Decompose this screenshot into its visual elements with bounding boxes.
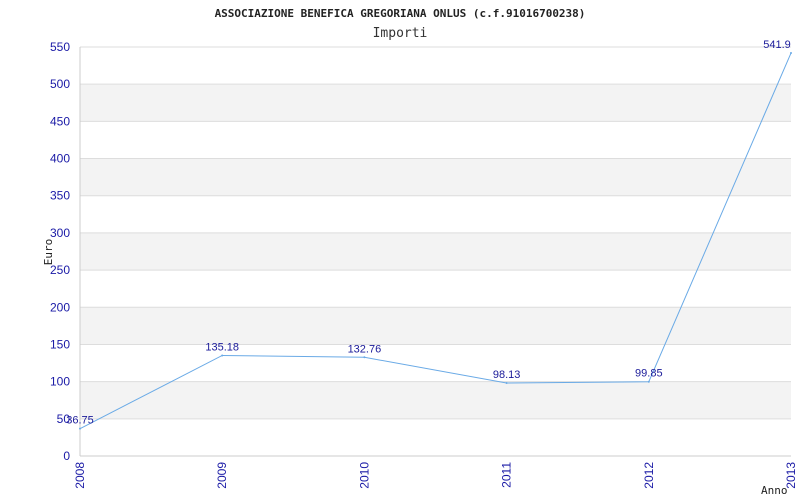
data-point: [790, 52, 792, 55]
y-tick-label: 400: [50, 152, 70, 166]
chart-subtitle: Importi: [373, 26, 428, 41]
data-point: [647, 380, 650, 383]
x-tick-labels: 2008 2009 2010 2011 2012 2013: [73, 462, 798, 489]
x-axis-title: Anno: [761, 484, 788, 497]
grid-band: [80, 158, 791, 196]
data-point: [79, 427, 81, 430]
data-point: [221, 354, 224, 357]
y-tick-label: 200: [50, 300, 70, 314]
data-label: 36.75: [66, 415, 94, 427]
x-tick-label: 2009: [215, 462, 229, 489]
x-tick-label: 2011: [500, 462, 514, 488]
data-label: 541.9: [763, 39, 791, 51]
y-tick-label: 150: [50, 337, 70, 351]
y-tick-label: 300: [50, 226, 70, 240]
y-axis-title: Euro: [42, 239, 55, 266]
y-tick-label: 350: [50, 189, 70, 203]
y-tick-label: 100: [50, 375, 70, 389]
y-tick-label: 0: [63, 449, 70, 463]
data-point: [505, 382, 508, 385]
data-label: 98.13: [493, 369, 521, 381]
background-bands: [80, 84, 791, 419]
grid-band: [80, 84, 791, 122]
data-label: 99.85: [635, 368, 663, 380]
chart-title: ASSOCIAZIONE BENEFICA GREGORIANA ONLUS (…: [215, 7, 586, 20]
data-point: [363, 356, 366, 359]
y-tick-label: 550: [50, 40, 70, 54]
x-tick-label: 2008: [73, 462, 87, 489]
y-tick-label: 500: [50, 77, 70, 91]
data-label: 135.18: [205, 341, 239, 353]
x-tick-label: 2012: [642, 462, 656, 489]
grid-band: [80, 232, 791, 271]
grid-band: [80, 381, 791, 419]
y-tick-label: 450: [50, 114, 70, 128]
x-tick-label: 2010: [357, 462, 371, 489]
grid-band: [80, 307, 791, 345]
data-label: 132.76: [348, 343, 382, 355]
line-chart: 050100150200250300350400450500550 2008 20…: [42, 7, 798, 497]
